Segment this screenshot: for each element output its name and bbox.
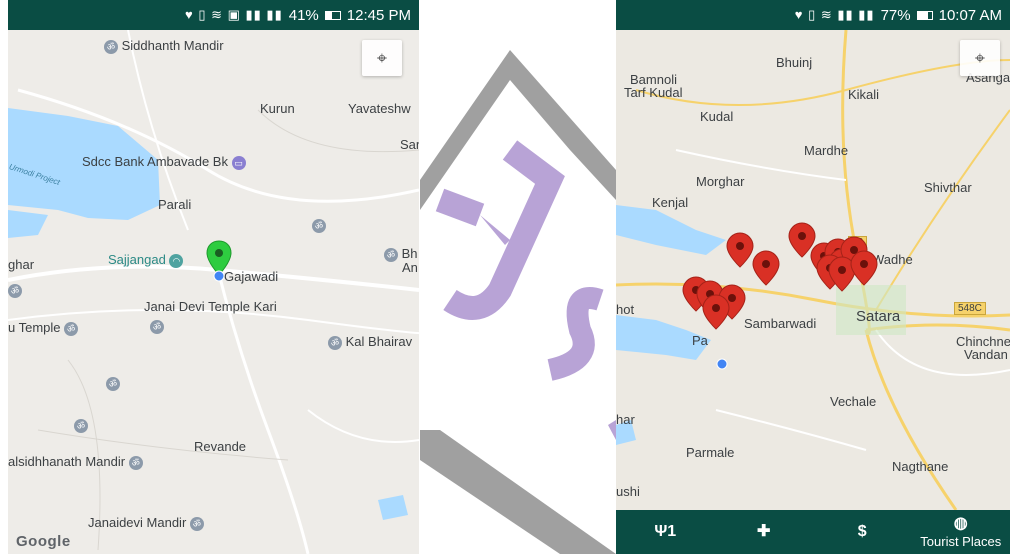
poi-marker-left[interactable]: ॐ	[8, 282, 22, 298]
place-sdcc-bank[interactable]: Sdcc Bank Ambavade Bk ▭	[82, 154, 246, 170]
temple-icon: ॐ	[189, 516, 204, 531]
place-kenjal: Kenjal	[652, 195, 689, 210]
place-mardhe: Mardhe	[804, 143, 849, 158]
poi-marker[interactable]: ॐ	[74, 417, 88, 433]
status-icons: ♥ ▯ ≋ ▣ ▮▮ ▮▮	[185, 7, 283, 22]
place-kurun: Kurun	[260, 101, 295, 116]
watermark-logo	[420, 50, 616, 554]
place-ghar: ghar	[8, 257, 35, 272]
battery-percent: 77%	[880, 6, 911, 24]
place-morghar: Morghar	[696, 174, 745, 189]
status-icons: ♥ ▯ ≋ ▮▮ ▮▮	[794, 7, 875, 22]
temple-icon: ॐ	[8, 283, 22, 298]
nav-tourist-places[interactable]: ◍ Tourist Places	[912, 514, 1010, 549]
map-view[interactable]: Bhuinj Bamnoli Tarf Kudal Asanga Kikali …	[616, 30, 1010, 510]
nav-tourist-places-label: Tourist Places	[920, 533, 1002, 549]
my-location-button[interactable]: ⌖	[362, 40, 402, 76]
place-alsidhhanath-mandir[interactable]: alsidhhanath Mandir ॐ	[8, 454, 143, 470]
my-location-icon: ⌖	[376, 47, 388, 68]
globe-icon: ◍	[953, 514, 968, 532]
poi-marker[interactable]: ॐ	[150, 318, 164, 334]
place-siddhanth-mandir[interactable]: ॐ Siddhanth Mandir	[104, 38, 224, 54]
place-vandan: Vandan	[964, 347, 1008, 362]
poi-marker[interactable]: ॐ	[106, 375, 120, 391]
place-kal-bhairav[interactable]: ॐ Kal Bhairav	[328, 334, 412, 350]
place-parmale: Parmale	[686, 445, 735, 460]
status-bar: ♥ ▯ ≋ ▣ ▮▮ ▮▮ 41% 12:45 PM	[8, 0, 419, 30]
place-sajjangad[interactable]: Sajjangad ◠	[108, 252, 184, 268]
place-nagthane: Nagthane	[892, 459, 949, 474]
current-location-dot	[716, 358, 728, 370]
current-location-dot	[213, 270, 225, 282]
red-location-marker[interactable]	[702, 294, 730, 330]
place-shivthar: Shivthar	[924, 180, 972, 195]
place-revande: Revande	[194, 439, 247, 454]
place-sar: Sar	[400, 137, 419, 152]
temple-icon: ॐ	[64, 321, 79, 336]
temple-icon: ॐ	[312, 218, 326, 233]
place-kudal: Kudal	[700, 109, 734, 124]
bottom-navigation: Ψ1 ✚ $ ◍ Tourist Places	[616, 510, 1010, 554]
red-location-marker[interactable]	[726, 232, 754, 268]
left-phone-screen: ♥ ▯ ≋ ▣ ▮▮ ▮▮ 41% 12:45 PM ॐ Siddhanth M…	[8, 0, 419, 554]
place-tarf-kudal: Tarf Kudal	[624, 85, 683, 100]
map-view[interactable]: ॐ Siddhanth Mandir Kurun Yavateshw Sar U…	[8, 30, 419, 554]
my-location-button[interactable]: ⌖	[960, 40, 1000, 76]
place-an: An	[402, 260, 418, 275]
nav-restaurants[interactable]: Ψ1	[616, 524, 715, 540]
place-hot: hot	[616, 302, 635, 317]
temple-icon: ॐ	[328, 335, 342, 350]
place-satara: Satara	[856, 308, 901, 325]
temple-icon: ॐ	[150, 319, 164, 334]
place-janai-devi-temple: Janai Devi Temple Kari	[144, 299, 277, 314]
temple-icon: ॐ	[104, 39, 118, 54]
battery-percent: 41%	[288, 6, 319, 24]
restaurant-icon: Ψ1	[654, 523, 677, 540]
nav-hospitals[interactable]: ✚	[715, 524, 814, 540]
temple-icon: ॐ	[384, 247, 398, 262]
place-u-temple[interactable]: u Temple ॐ	[8, 320, 79, 336]
hospital-icon: ✚	[757, 523, 771, 540]
bank-icon: ▭	[231, 155, 246, 170]
route-548c-shield: 548C	[954, 302, 986, 315]
place-vechale: Vechale	[830, 394, 877, 409]
status-bar: ♥ ▯ ≋ ▮▮ ▮▮ 77% 10:07 AM	[616, 0, 1010, 30]
poi-marker[interactable]: ॐ	[312, 217, 326, 233]
place-wadhe: Wadhe	[872, 252, 913, 267]
place-bhuinj: Bhuinj	[776, 55, 813, 70]
red-location-marker[interactable]	[752, 250, 780, 286]
red-location-marker[interactable]	[850, 250, 878, 286]
my-location-icon: ⌖	[974, 47, 986, 68]
place-ushi: ushi	[616, 484, 640, 499]
battery-icon	[916, 10, 933, 20]
temple-icon: ॐ	[106, 376, 120, 391]
dollar-icon: $	[857, 523, 867, 540]
place-sambarwadi: Sambarwadi	[744, 316, 817, 331]
place-har: har	[616, 412, 635, 427]
nav-atm[interactable]: $	[813, 524, 912, 540]
place-pa: Pa	[692, 333, 708, 348]
place-gajawadi: Gajawadi	[224, 269, 279, 284]
temple-icon: ॐ	[74, 418, 88, 433]
place-parali: Parali	[158, 197, 192, 212]
place-janaidevi-mandir[interactable]: Janaidevi Mandir ॐ	[88, 515, 204, 531]
clock: 10:07 AM	[938, 6, 1002, 24]
battery-icon	[324, 10, 341, 20]
right-phone-screen: ♥ ▯ ≋ ▮▮ ▮▮ 77% 10:07 AM Bhuinj Bamnoli …	[616, 0, 1010, 554]
temple-icon: ॐ	[128, 455, 143, 470]
place-yavateshwar: Yavateshw	[348, 101, 411, 116]
clock: 12:45 PM	[346, 6, 411, 24]
landmark-icon: ◠	[169, 253, 184, 268]
google-logo: Google	[16, 533, 71, 550]
place-kikali: Kikali	[848, 87, 880, 102]
